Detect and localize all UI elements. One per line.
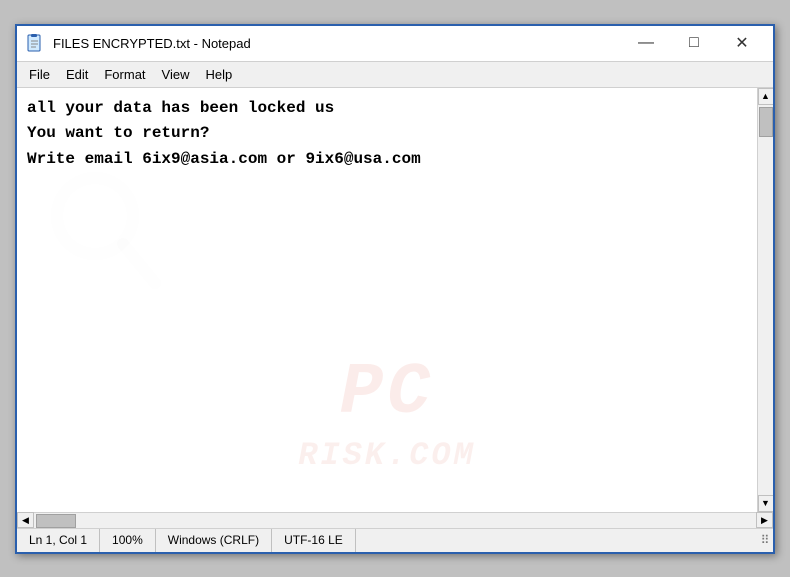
menu-file[interactable]: File — [21, 65, 58, 84]
status-line-ending: Windows (CRLF) — [156, 529, 272, 552]
menu-view[interactable]: View — [154, 65, 198, 84]
window-controls: — □ ✕ — [623, 27, 765, 59]
scroll-thumb-vertical[interactable] — [759, 107, 773, 137]
scroll-up-arrow[interactable]: ▲ — [758, 88, 774, 105]
resize-grip: ⠿ — [757, 532, 773, 548]
text-line-1: all your data has been locked us — [27, 96, 747, 122]
editor-area[interactable]: all your data has been locked us You wan… — [17, 88, 773, 512]
status-zoom: 100% — [100, 529, 156, 552]
status-position: Ln 1, Col 1 — [17, 529, 100, 552]
scroll-right-arrow[interactable]: ▶ — [756, 512, 773, 528]
menu-edit[interactable]: Edit — [58, 65, 96, 84]
menu-help[interactable]: Help — [197, 65, 240, 84]
scroll-thumb-horizontal[interactable] — [36, 514, 76, 528]
menu-bar: File Edit Format View Help — [17, 62, 773, 88]
scroll-left-arrow[interactable]: ◀ — [17, 512, 34, 528]
watermark-bottom: RISK.COM — [298, 430, 476, 481]
text-content-area[interactable]: all your data has been locked us You wan… — [17, 88, 757, 512]
text-line-2: You want to return? — [27, 121, 747, 147]
status-encoding: UTF-16 LE — [272, 529, 356, 552]
text-line-3: Write email 6ix9@asia.com or 9ix6@usa.co… — [27, 147, 747, 173]
notepad-icon — [25, 33, 45, 53]
notepad-window: FILES ENCRYPTED.txt - Notepad — □ ✕ File… — [15, 24, 775, 554]
window-title: FILES ENCRYPTED.txt - Notepad — [53, 36, 623, 51]
maximize-button[interactable]: □ — [671, 27, 717, 59]
minimize-button[interactable]: — — [623, 27, 669, 59]
menu-format[interactable]: Format — [96, 65, 153, 84]
horizontal-scrollbar[interactable]: ◀ ▶ — [17, 512, 773, 528]
close-button[interactable]: ✕ — [719, 27, 765, 59]
watermark-top: PC — [340, 336, 434, 451]
scroll-down-arrow[interactable]: ▼ — [758, 495, 774, 512]
vertical-scrollbar[interactable]: ▲ ▼ — [757, 88, 773, 512]
scroll-track-vertical[interactable] — [758, 105, 773, 495]
scroll-track-horizontal[interactable] — [34, 513, 756, 528]
status-bar: Ln 1, Col 1 100% Windows (CRLF) UTF-16 L… — [17, 528, 773, 552]
search-watermark-icon — [47, 168, 167, 318]
title-bar: FILES ENCRYPTED.txt - Notepad — □ ✕ — [17, 26, 773, 62]
